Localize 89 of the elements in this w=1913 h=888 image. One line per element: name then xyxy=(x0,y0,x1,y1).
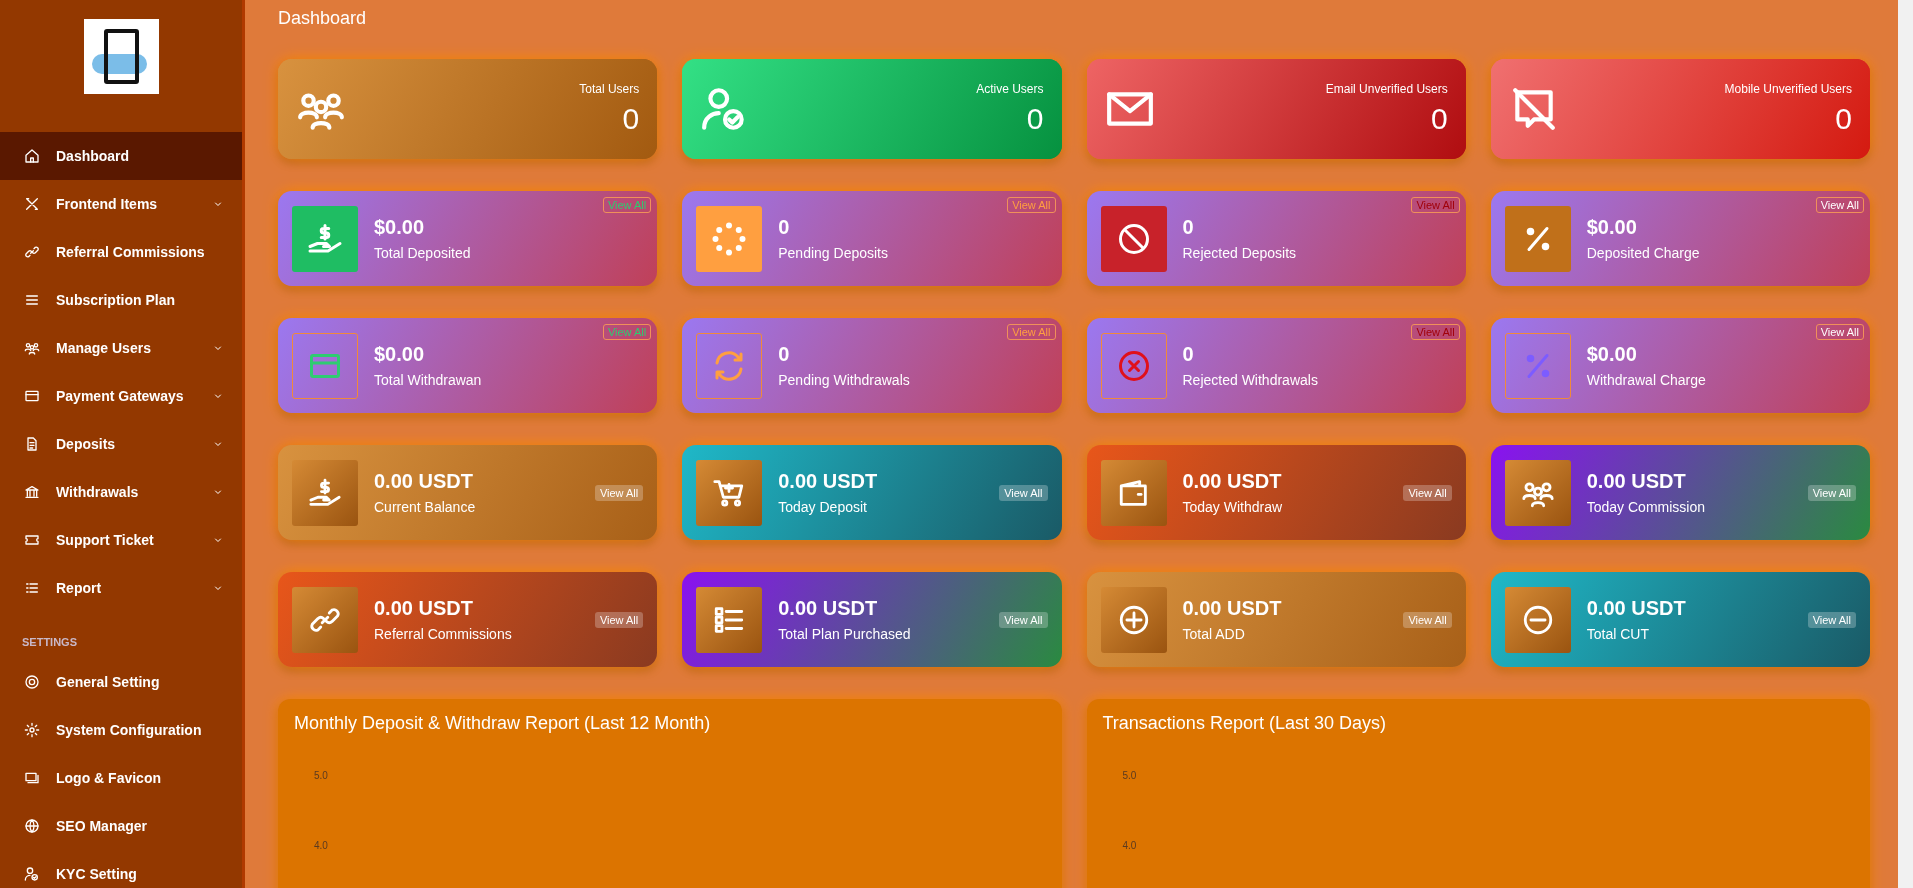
axis-tick-label: 5.0 xyxy=(314,770,328,781)
sidebar-item[interactable]: Logo & Favicon xyxy=(0,754,242,802)
stat-value: 0.00 USDT xyxy=(1182,597,1283,620)
stat-label: Today Withdraw xyxy=(1182,499,1284,515)
sidebar-item[interactable]: Withdrawals xyxy=(0,468,242,516)
bank-icon xyxy=(24,484,40,500)
stat-value: 0 xyxy=(1182,343,1195,366)
stat-value: 0.00 USDT xyxy=(778,597,879,620)
page-title: Dashboard xyxy=(278,8,368,29)
stat-label: Withdrawal Charge xyxy=(1586,372,1706,388)
stat-value: $0.00 xyxy=(374,343,426,366)
credit-card-icon xyxy=(24,388,40,404)
stat-value: 0 xyxy=(621,102,640,136)
sidebar-item[interactable]: Report xyxy=(0,564,242,612)
stat-value: 0.00 USDT xyxy=(778,470,879,493)
stat-value: 0 xyxy=(1025,102,1044,136)
stat-label: Active Users xyxy=(976,82,1044,96)
ring-icon xyxy=(24,674,40,690)
sidebar-item[interactable]: SEO Manager xyxy=(0,802,242,850)
view-all-link[interactable]: View All xyxy=(1807,484,1856,501)
stat-label: Current Balance xyxy=(374,499,477,515)
stat-value: 0.00 USDT xyxy=(1586,470,1687,493)
stat-label: Today Commission xyxy=(1586,499,1706,515)
chart-title: Transactions Report (Last 30 Days) xyxy=(1102,713,1387,734)
document-icon xyxy=(24,436,40,452)
stat-label: Today Deposit xyxy=(778,499,868,515)
view-all-link[interactable]: View All xyxy=(1403,484,1452,501)
ticket-icon xyxy=(24,532,40,548)
globe-icon xyxy=(24,818,40,834)
sidebar-item[interactable]: Support Ticket xyxy=(0,516,242,564)
stat-label: Total Withdrawan xyxy=(374,372,482,388)
sidebar-item[interactable]: Deposits xyxy=(0,420,242,468)
view-all-link[interactable]: View All xyxy=(1815,324,1864,340)
section-heading: SETTINGS xyxy=(21,635,78,650)
stat-value: 0.00 USDT xyxy=(1586,597,1687,620)
view-all-link[interactable]: View All xyxy=(1815,197,1864,213)
stat-label: Rejected Deposits xyxy=(1182,245,1297,261)
sidebar-item[interactable]: Referral Commissions xyxy=(0,228,242,276)
stat-label: Rejected Withdrawals xyxy=(1182,372,1318,388)
sidebar-item[interactable]: General Setting xyxy=(0,658,242,706)
view-all-link[interactable]: View All xyxy=(999,611,1048,628)
sidebar-item[interactable]: Manage Users xyxy=(0,324,242,372)
stat-value: 0 xyxy=(1182,216,1195,239)
sidebar-item[interactable]: KYC Setting xyxy=(0,850,242,888)
sidebar-item[interactable]: Subscription Plan xyxy=(0,276,242,324)
menu-lines-icon xyxy=(24,292,40,308)
home-icon xyxy=(24,148,40,164)
stat-label: Total Deposited xyxy=(374,245,471,261)
stat-label: Email Unverified Users xyxy=(1325,82,1448,96)
stat-label: Deposited Charge xyxy=(1586,245,1700,261)
link-icon xyxy=(24,244,40,260)
stat-label: Total CUT xyxy=(1586,626,1650,642)
stat-label: Referral Commissions xyxy=(374,626,513,642)
stat-label: Mobile Unverified Users xyxy=(1724,82,1852,96)
stat-label: Pending Withdrawals xyxy=(778,372,910,388)
view-all-link[interactable]: View All xyxy=(1403,611,1452,628)
stat-label: Total ADD xyxy=(1182,626,1246,642)
view-all-link[interactable]: View All xyxy=(999,484,1048,501)
sidebar-item[interactable]: Frontend Items xyxy=(0,180,242,228)
chart-title: Monthly Deposit & Withdraw Report (Last 12 Month) xyxy=(294,713,712,734)
view-all-link[interactable]: View All xyxy=(594,611,644,628)
axis-tick-label: 5.0 xyxy=(1122,770,1137,781)
stat-value: 0 xyxy=(1834,102,1852,136)
view-all-link[interactable]: View All xyxy=(1807,611,1856,628)
stat-label: Pending Deposits xyxy=(778,245,888,261)
axis-tick-label: 4.0 xyxy=(1122,840,1137,851)
stat-value: 0 xyxy=(778,216,791,239)
stat-value: 0 xyxy=(1430,102,1448,136)
sidebar-item[interactable]: Payment Gateways xyxy=(0,372,242,420)
sidebar-item[interactable]: System Configuration xyxy=(0,706,242,754)
images-icon xyxy=(24,770,40,786)
users-icon xyxy=(24,340,40,356)
stat-value: $0.00 xyxy=(374,216,426,239)
spinner-icon xyxy=(711,220,748,257)
stat-value: 0.00 USDT xyxy=(374,597,474,620)
stat-label: Total Plan Purchased xyxy=(778,626,912,642)
list-icon xyxy=(24,580,40,596)
view-all-link[interactable]: View All xyxy=(594,484,644,501)
stat-value: 0.00 USDT xyxy=(374,470,474,493)
sidebar-item[interactable]: Dashboard xyxy=(0,132,242,180)
stat-value: $0.00 xyxy=(1586,343,1638,366)
settings-icon xyxy=(24,722,40,738)
tools-icon xyxy=(24,196,40,212)
stat-label: Total Users xyxy=(579,82,640,96)
stat-value: $0.00 xyxy=(1586,216,1638,239)
axis-tick-label: 4.0 xyxy=(314,840,328,851)
stat-value: 0.00 USDT xyxy=(1182,470,1283,493)
user-check-icon xyxy=(24,866,40,882)
stat-value: 0 xyxy=(778,343,791,366)
